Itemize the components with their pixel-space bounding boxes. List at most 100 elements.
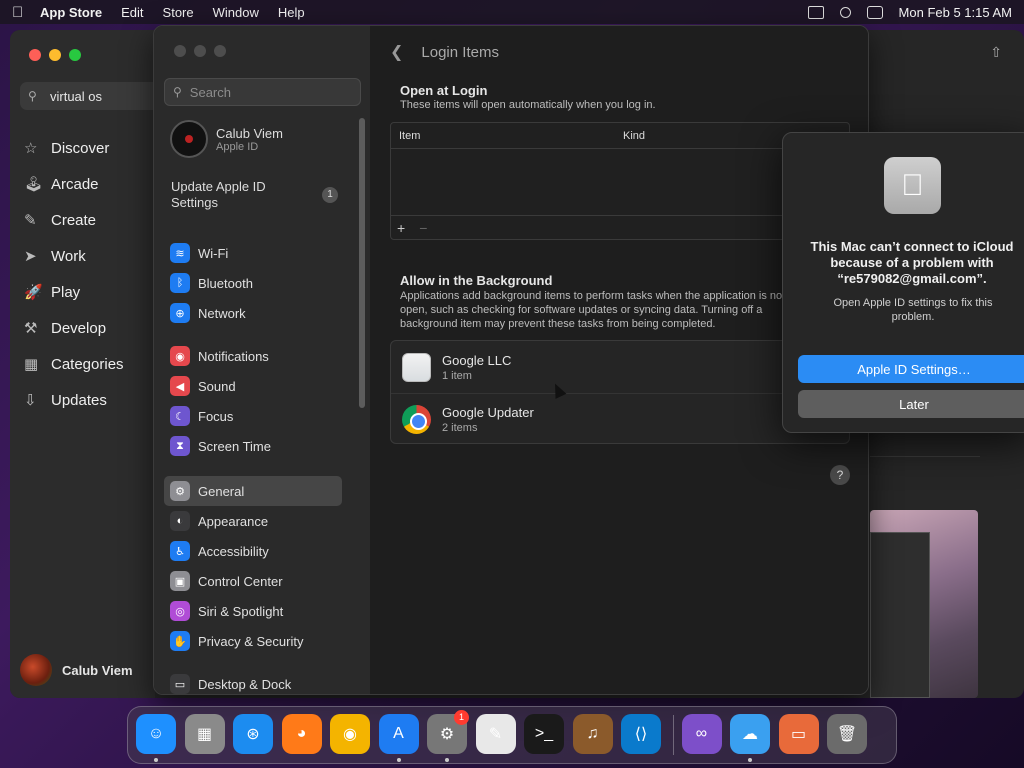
control-center-icon[interactable]: [866, 5, 883, 19]
sidebar-group: ◉ Notifications ◀ Sound ☾ Focus ⧗ Screen Time: [164, 341, 342, 461]
pane-header: ❮ Login Items: [390, 42, 499, 62]
sidebar-item-general[interactable]: ⚙ General: [164, 476, 342, 506]
list-item[interactable]: Google Updater 2 items: [391, 393, 849, 445]
sidebar-item-privacy-security[interactable]: ✋ Privacy & Security: [164, 626, 342, 656]
nav-item-discover[interactable]: ☆ Discover: [24, 130, 124, 166]
sidebar-item-accessibility[interactable]: ♿ Accessibility: [164, 536, 342, 566]
weather-icon[interactable]: ☁: [730, 714, 770, 754]
sidebar-item-label: Desktop & Dock: [198, 676, 292, 692]
nav-item-updates[interactable]: ⇩ Updates: [24, 382, 124, 418]
minimize-button[interactable]: [49, 49, 61, 61]
app-store-icon[interactable]: A: [378, 714, 419, 754]
hammer-icon: ⚒: [24, 320, 38, 337]
garageband-icon[interactable]: ♫: [572, 714, 613, 754]
menu-app-name[interactable]: App Store: [40, 5, 102, 20]
column-item[interactable]: Item: [391, 130, 623, 142]
download-icon: ⇩: [24, 392, 37, 409]
sidebar-item-sound[interactable]: ◀ Sound: [164, 371, 342, 401]
window-controls: [29, 49, 81, 61]
textedit-icon[interactable]: ✎: [475, 714, 516, 754]
remove-button[interactable]: −: [419, 220, 427, 236]
sidebar-item-control-center[interactable]: ▣ Control Center: [164, 566, 342, 596]
nav-item-develop[interactable]: ⚒ Develop: [24, 310, 124, 346]
firefox-icon[interactable]: ◕: [281, 714, 322, 754]
nav-item-categories[interactable]: ▦ Categories: [24, 346, 124, 382]
update-apple-id-item[interactable]: Update Apple ID Settings: [171, 179, 301, 211]
avatar: [170, 120, 208, 158]
screen-mirroring-icon[interactable]: [807, 5, 824, 19]
running-indicator: [748, 758, 752, 762]
sidebar-item-focus[interactable]: ☾ Focus: [164, 401, 342, 431]
speaker-icon: ◀: [170, 376, 190, 396]
item-count: 1 item: [442, 369, 472, 382]
background-title: Allow in the Background: [400, 273, 553, 288]
nav-item-create[interactable]: ✎ Create: [24, 202, 124, 238]
visual-studio-icon[interactable]: ∞: [681, 714, 722, 754]
sidebar-item-appearance[interactable]: ◐ Appearance: [164, 506, 342, 536]
minimize-button[interactable]: [194, 45, 206, 57]
apple-menu-icon[interactable]: : [12, 4, 40, 21]
launchpad-icon[interactable]: ▦: [184, 714, 225, 754]
zoom-button[interactable]: [214, 45, 226, 57]
menu-store[interactable]: Store: [163, 5, 194, 20]
open-at-login-title: Open at Login: [400, 83, 488, 98]
nav-item-arcade[interactable]: 🕹 Arcade: [24, 166, 124, 202]
page-title: Login Items: [421, 43, 499, 61]
back-chevron-icon[interactable]: ❮: [390, 42, 403, 62]
login-items-table[interactable]: Item Kind + −: [390, 122, 850, 240]
close-button[interactable]: [174, 45, 186, 57]
menu-window[interactable]: Window: [213, 5, 259, 20]
sidebar-item-wi-fi[interactable]: ≋ Wi-Fi: [164, 238, 342, 268]
app-store-search-input[interactable]: ⚲ virtual os: [20, 82, 160, 110]
brush-icon: ✎: [24, 212, 37, 229]
nav-item-work[interactable]: ➤ Work: [24, 238, 124, 274]
help-button[interactable]: ?: [830, 465, 850, 485]
zoom-button[interactable]: [69, 49, 81, 61]
trash-icon[interactable]: 🗑: [827, 714, 867, 754]
sidebar-item-label: Wi-Fi: [198, 245, 229, 261]
sidebar-item-label: Network: [198, 305, 246, 321]
sidebar-item-network[interactable]: ⊕ Network: [164, 298, 342, 328]
running-indicator: [154, 758, 158, 762]
sidebar-group: ≋ Wi-Fi ᛒ Bluetooth ⊕ Network: [164, 238, 342, 328]
later-button[interactable]: Later: [798, 390, 1024, 418]
app-store-sidebar: ⚲ virtual os ☆ Discover 🕹 Arcade ✎ Create ➤ Wor…: [10, 30, 160, 698]
terminal-icon[interactable]: >_: [524, 714, 564, 754]
sidebar-item-siri-spotlight[interactable]: ◎ Siri & Spotlight: [164, 596, 342, 626]
menu-help[interactable]: Help: [278, 5, 305, 20]
share-icon[interactable]: ⇧: [990, 44, 1002, 61]
menu-edit[interactable]: Edit: [121, 5, 143, 20]
settings-search-input[interactable]: ⚲ Search: [164, 78, 361, 106]
wifi-icon: ≋: [170, 243, 190, 263]
apple-id-settings-button[interactable]: Apple ID Settings…: [798, 355, 1024, 383]
hand-icon: ✋: [170, 631, 190, 651]
column-kind[interactable]: Kind: [623, 130, 645, 142]
safari-icon[interactable]: ⊛: [233, 714, 273, 754]
sidebar-item-desktop-dock[interactable]: ▭ Desktop & Dock: [164, 669, 342, 694]
sidebar-item-screen-time[interactable]: ⧗ Screen Time: [164, 431, 342, 461]
sidebar-item-label: Appearance: [198, 513, 269, 529]
nav-item-play[interactable]: 🚀 Play: [24, 274, 124, 310]
app-screenshot-thumbnail[interactable]: [870, 510, 978, 698]
running-indicator: [396, 758, 401, 762]
menu-clock[interactable]: Mon Feb 5 1:15 AM: [899, 5, 1012, 20]
apple-id-account[interactable]: Calub Viem Apple ID: [170, 120, 283, 158]
app-store-account[interactable]: Calub Viem: [20, 654, 133, 686]
nav-item-label: Play: [51, 283, 81, 301]
google-llc-icon: [402, 352, 431, 382]
finder-icon[interactable]: ☺: [136, 714, 176, 754]
vm-icon[interactable]: ▭: [778, 714, 819, 754]
list-item[interactable]: Google LLC 1 item: [391, 341, 849, 393]
add-button[interactable]: +: [397, 220, 405, 236]
close-button[interactable]: [29, 49, 41, 61]
sidebar-item-bluetooth[interactable]: ᛒ Bluetooth: [164, 268, 342, 298]
spotlight-icon[interactable]: [839, 6, 851, 18]
vscode-icon[interactable]: ⟨⟩: [621, 714, 661, 754]
nav-item-label: Discover: [51, 139, 110, 157]
grid-icon: ▦: [24, 356, 39, 373]
search-placeholder: Search: [189, 84, 231, 100]
sidebar-item-notifications[interactable]: ◉ Notifications: [164, 341, 342, 371]
chrome-icon[interactable]: ◉: [330, 714, 370, 754]
nav-item-label: Create: [51, 211, 97, 229]
sidebar-scrollbar[interactable]: [359, 118, 365, 408]
